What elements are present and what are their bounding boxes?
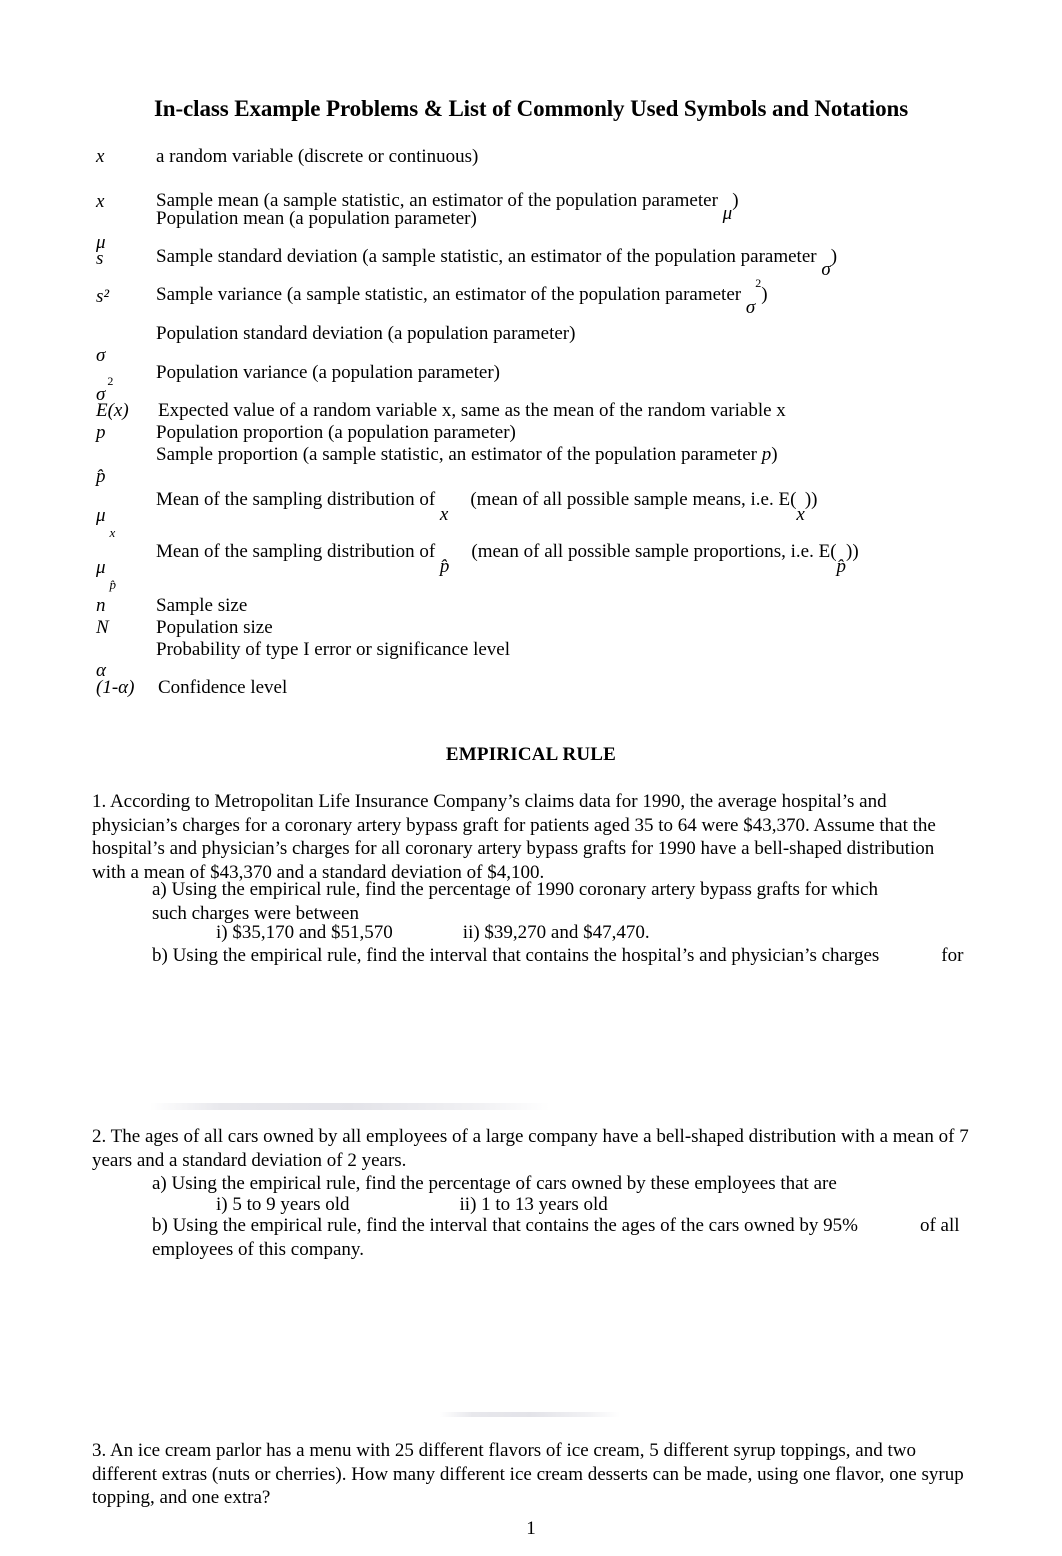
problem-2-body: 2. The ages of all cars owned by all emp… xyxy=(92,1126,969,1171)
symbol-key-text: μ xyxy=(96,505,106,526)
symbol-description-tail: ) xyxy=(771,444,778,465)
problem-1-roman-ii: ii) $39,270 and $47,470. xyxy=(462,922,650,943)
symbol-row: s² Sample variance (a sample statistic, … xyxy=(96,276,976,323)
subscript-xbar: x xyxy=(109,525,116,540)
symbol-key: s² xyxy=(96,286,109,308)
superscript-two: 2 xyxy=(107,374,114,388)
symbol-row: α Probability of type I error or signifi… xyxy=(96,639,976,681)
symbol-description-text: Sample proportion (a sample statistic, a… xyxy=(156,444,762,465)
phat-symbol-2: p̂ xyxy=(836,556,847,577)
page-title: In-class Example Problems & List of Comm… xyxy=(153,96,909,121)
problem-2-part-b-text: b) Using the empirical rule, find the in… xyxy=(152,1215,858,1236)
symbol-row: p̂ Sample proportion (a sample statistic… xyxy=(96,444,976,489)
symbol-description-tail: ) xyxy=(830,246,838,267)
phat-symbol: p̂ xyxy=(439,556,450,577)
symbol-description: Confidence level xyxy=(158,677,288,698)
symbol-row: E(x) Expected value of a random variable… xyxy=(96,400,976,422)
symbol-description: Mean of the sampling distribution of p̂(… xyxy=(156,541,859,577)
symbol-key: p̂ xyxy=(96,466,106,487)
sigma-symbol: σ xyxy=(745,297,756,318)
problem-3-body: 3. An ice cream parlor has a menu with 2… xyxy=(92,1440,964,1508)
symbol-description-tail: ) xyxy=(761,284,768,305)
xbar-symbol-2: x xyxy=(796,504,805,525)
symbol-row: σ2 Population variance (a population par… xyxy=(96,362,976,405)
symbol-key: E(x) xyxy=(96,400,129,421)
symbol-description: Population size xyxy=(156,617,273,638)
symbol-row: p Population proportion (a population pa… xyxy=(96,422,976,444)
problem-1-roman-line: i) $35,170 and $51,570 ii) $39,270 and $4… xyxy=(216,921,976,945)
symbol-description: Mean of the sampling distribution of x(m… xyxy=(156,489,818,525)
scan-artifact-line-1 xyxy=(150,1103,550,1110)
symbol-row: (1-α) Confidence level xyxy=(96,677,976,707)
document-page: In-class Example Problems & List of Comm… xyxy=(0,0,1062,1556)
problem-2-part-a: a) Using the empirical rule, find the pe… xyxy=(152,1173,837,1194)
symbol-key: x xyxy=(96,146,105,167)
symbol-row: n Sample size xyxy=(96,595,976,617)
symbol-row: σ Population standard deviation (a popul… xyxy=(96,323,976,366)
symbol-description: Population mean (a population parameter) xyxy=(156,208,477,229)
section-heading-empirical-rule: EMPIRICAL RULE xyxy=(445,744,617,765)
symbol-key: n xyxy=(96,595,106,616)
symbol-description: a random variable (discrete or continuou… xyxy=(156,146,479,167)
problem-1-part-a-text: a) Using the empirical rule, find the pe… xyxy=(152,879,878,900)
symbol-row: s Sample standard deviation (a sample st… xyxy=(96,246,976,286)
symbol-key-text: μ xyxy=(96,557,106,578)
p-symbol: p xyxy=(761,444,772,465)
symbol-description: Sample proportion (a sample statistic, a… xyxy=(156,444,778,466)
symbol-row: x Sample mean (a sample statistic, an es… xyxy=(96,168,976,224)
symbol-description-tail: )) xyxy=(804,489,818,510)
symbol-key-text: s² xyxy=(96,286,110,307)
problem-1-body: 1. According to Metropolitan Life Insura… xyxy=(92,791,936,883)
symbol-description: Sample variance (a sample statistic, an … xyxy=(156,276,768,318)
symbol-description: Sample standard deviation (a sample stat… xyxy=(156,246,838,280)
symbol-row: N Population size xyxy=(96,617,976,639)
symbol-description: Population standard deviation (a populat… xyxy=(156,323,576,344)
symbol-description-tail: )) xyxy=(846,541,859,562)
symbol-description: Population variance (a population parame… xyxy=(156,362,500,383)
symbol-description: Population proportion (a population para… xyxy=(156,422,516,443)
symbol-row: μ Population mean (a population paramete… xyxy=(96,208,976,253)
symbol-row: μp̂ Mean of the sampling distribution of… xyxy=(96,541,976,595)
problem-1-roman-i: i) $35,170 and $51,570 xyxy=(216,922,393,943)
symbol-key: p xyxy=(96,422,106,443)
symbol-description: Expected value of a random variable x, s… xyxy=(158,400,786,421)
problem-1-part-b: b) Using the empirical rule, find the in… xyxy=(152,944,972,968)
confidence-level-key: (1-α) xyxy=(96,677,135,698)
problem-2-roman-i: i) 5 to 9 years old xyxy=(216,1194,350,1215)
symbol-description: Sample size xyxy=(156,595,248,616)
subscript-phat: p̂ xyxy=(109,577,117,592)
symbol-notation-list: x a random variable (discrete or continu… xyxy=(96,146,976,707)
symbol-description-text: Sample variance (a sample statistic, an … xyxy=(156,284,746,305)
problem-2-roman-line: i) 5 to 9 years old ii) 1 to 13 years old xyxy=(216,1193,976,1217)
symbol-row: μx Mean of the sampling distribution of … xyxy=(96,489,976,541)
symbol-key: s xyxy=(96,248,104,269)
symbol-row: x a random variable (discrete or continu… xyxy=(96,146,976,168)
symbol-description: Probability of type I error or significa… xyxy=(156,639,511,660)
problem-2-roman-ii: ii) 1 to 13 years old xyxy=(459,1194,608,1215)
symbol-key: N xyxy=(96,617,109,638)
problem-1-part-b-tail: for xyxy=(941,945,964,966)
sigma-symbol: σ xyxy=(821,259,831,280)
symbol-description-mid: (mean of all possible sample means, i.e.… xyxy=(470,489,797,510)
symbol-key: μx xyxy=(96,505,115,540)
page-number: 1 xyxy=(526,1518,536,1539)
problem-2-part-b: b) Using the empirical rule, find the in… xyxy=(152,1214,972,1261)
symbol-description-text: Mean of the sampling distribution of xyxy=(156,541,440,562)
scan-artifact-line-2 xyxy=(440,1412,620,1417)
symbol-description-text: Sample standard deviation (a sample stat… xyxy=(156,246,822,267)
problem-1-part-a: a) Using the empirical rule, find the pe… xyxy=(152,878,972,925)
symbol-key: (1-α) xyxy=(96,677,134,699)
symbol-description-mid: (mean of all possible sample proportions… xyxy=(471,541,837,562)
symbol-description-text: Mean of the sampling distribution of xyxy=(156,489,440,510)
symbol-key: μp̂ xyxy=(96,557,116,592)
problem-1-part-b-text: b) Using the empirical rule, find the in… xyxy=(152,945,880,966)
superscript-two: 2 xyxy=(755,276,762,290)
xbar-symbol: x xyxy=(439,504,449,525)
